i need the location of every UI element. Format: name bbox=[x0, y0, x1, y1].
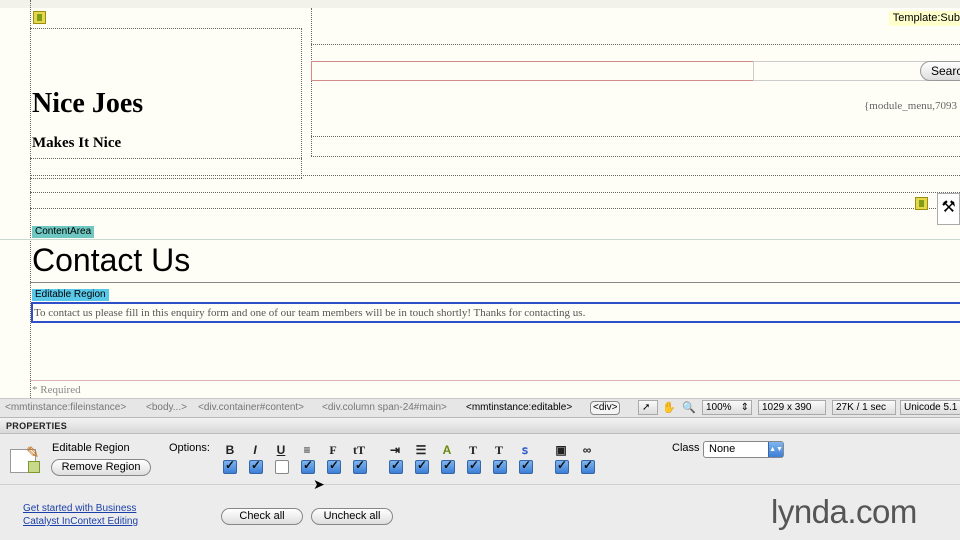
header-guide-1 bbox=[311, 44, 960, 45]
editable-region-icon: ✎ bbox=[10, 443, 40, 473]
content-area-top bbox=[0, 239, 960, 240]
mouse-cursor-icon: ➤ bbox=[313, 476, 325, 492]
encoding[interactable]: Unicode 5.1 bbox=[900, 400, 960, 415]
module-menu-tag: {module_menu,7093 bbox=[864, 100, 957, 112]
lynda-watermark: lynda.com bbox=[771, 493, 917, 530]
zoom-value: 100% bbox=[706, 402, 732, 413]
wrench-icon[interactable]: ⚒ bbox=[937, 193, 960, 225]
editable-region-label[interactable]: Editable Region bbox=[32, 289, 109, 301]
heading-underline bbox=[30, 282, 960, 283]
content-area-label[interactable]: ContentArea bbox=[32, 226, 95, 238]
header-guide-3 bbox=[311, 156, 960, 157]
font-icon: F bbox=[329, 443, 337, 457]
image-icon: ▣ bbox=[555, 443, 567, 457]
logo-subtitle: Makes It Nice bbox=[32, 135, 122, 151]
design-view[interactable]: Template:Sub Nice Joes Makes It Nice Sea… bbox=[0, 0, 960, 398]
underline-checkbox[interactable] bbox=[275, 460, 289, 474]
logo-title: Nice Joes bbox=[32, 88, 144, 119]
breadcrumb-main[interactable]: <div.column span-24#main> bbox=[322, 399, 447, 416]
indent-icon: ⇥ bbox=[389, 443, 401, 457]
search-input-extension bbox=[753, 61, 933, 81]
document-top-band bbox=[0, 0, 960, 8]
text-style-icon: T bbox=[468, 443, 477, 457]
breadcrumb-editable[interactable]: <mmtinstance:editable> bbox=[466, 399, 572, 416]
list-checkbox[interactable] bbox=[415, 458, 429, 474]
chevron-updown-icon: ⇕ bbox=[740, 402, 749, 413]
select-tool-icon[interactable]: ➚ bbox=[638, 400, 658, 415]
indent-checkbox[interactable] bbox=[389, 458, 403, 474]
bold-checkbox[interactable] bbox=[223, 458, 237, 474]
text-background-icon: T bbox=[494, 443, 503, 457]
page-heading[interactable]: Contact Us bbox=[32, 242, 190, 279]
font-checkbox[interactable] bbox=[327, 458, 341, 474]
breadcrumb-body[interactable]: <body...> bbox=[146, 399, 187, 416]
text-color-icon: A bbox=[442, 443, 452, 457]
panel-separator bbox=[0, 484, 960, 485]
bold-icon: B bbox=[225, 443, 235, 457]
breadcrumb-div[interactable]: <div> bbox=[590, 401, 621, 415]
zoom-tool-icon[interactable]: 🔍 bbox=[682, 400, 696, 417]
intro-paragraph[interactable]: To contact us please fill in this enquir… bbox=[34, 307, 585, 319]
properties-panel-header[interactable]: PROPERTIES bbox=[0, 418, 960, 434]
italic-icon: I bbox=[253, 443, 257, 457]
required-note: * Required bbox=[32, 384, 81, 396]
font-size-checkbox[interactable] bbox=[353, 458, 367, 474]
encoding-value: Unicode 5.1 bbox=[904, 402, 958, 413]
download-size-value: 27K / 1 sec bbox=[836, 402, 887, 413]
align-checkbox[interactable] bbox=[301, 458, 315, 474]
text-style-checkbox[interactable] bbox=[467, 458, 481, 474]
business-catalyst-link-line2[interactable]: Catalyst InContext Editing bbox=[23, 516, 138, 527]
form-guide-line bbox=[30, 380, 960, 381]
window-size-select[interactable]: 1029 x 390 bbox=[758, 400, 826, 415]
check-all-button[interactable]: Check all bbox=[221, 508, 303, 525]
header-column-guide bbox=[311, 8, 312, 156]
hyperlink-checkbox[interactable] bbox=[519, 458, 533, 474]
italic-checkbox[interactable] bbox=[249, 458, 263, 474]
remove-region-button[interactable]: Remove Region bbox=[51, 459, 151, 476]
class-label: Class bbox=[672, 442, 700, 454]
nav-guide-3 bbox=[30, 208, 960, 209]
uncheck-all-button[interactable]: Uncheck all bbox=[311, 508, 393, 525]
search-input[interactable] bbox=[311, 61, 754, 81]
logo-column-guide bbox=[301, 28, 302, 178]
library-item-icon-2[interactable] bbox=[915, 197, 928, 210]
nav-guide-2 bbox=[30, 192, 960, 193]
text-color-checkbox[interactable] bbox=[441, 458, 455, 474]
status-bar: <mmtinstance:fileinstance> <body...> <di… bbox=[0, 398, 960, 418]
template-tag[interactable]: Template:Sub bbox=[888, 11, 960, 26]
hand-tool-icon[interactable]: ✋ bbox=[662, 400, 676, 417]
search-button[interactable]: Searc bbox=[920, 61, 960, 81]
window-size-value: 1029 x 390 bbox=[762, 402, 812, 413]
options-label: Options: bbox=[169, 442, 210, 454]
library-item-icon[interactable] bbox=[33, 11, 46, 24]
nav-guide-1 bbox=[30, 175, 960, 176]
logo-box-bottom-2 bbox=[30, 178, 302, 179]
link-checkbox[interactable] bbox=[581, 458, 595, 474]
underline-icon: U bbox=[276, 443, 286, 457]
chevron-updown-icon: ▲▼ bbox=[768, 442, 783, 457]
logo-box-bottom bbox=[30, 158, 302, 159]
breadcrumb-fileinstance[interactable]: <mmtinstance:fileinstance> bbox=[5, 399, 126, 416]
container-guide-left bbox=[30, 0, 31, 398]
hyperlink-icon: ꜱ bbox=[521, 443, 529, 457]
text-background-checkbox[interactable] bbox=[493, 458, 507, 474]
link-icon: ∞ bbox=[582, 443, 592, 457]
font-size-icon: tT bbox=[353, 443, 365, 457]
image-checkbox[interactable] bbox=[555, 458, 569, 474]
numbered-list-icon: ☰ bbox=[415, 443, 427, 457]
region-name-label: Editable Region bbox=[52, 442, 130, 454]
zoom-select[interactable]: 100% ⇕ bbox=[702, 400, 752, 415]
logo-box-top bbox=[30, 28, 302, 29]
business-catalyst-link-line1[interactable]: Get started with Business bbox=[23, 503, 136, 514]
class-select[interactable]: None ▲▼ bbox=[703, 441, 784, 458]
header-guide-2 bbox=[311, 136, 960, 137]
class-value: None bbox=[709, 443, 736, 455]
align-center-icon: ≡ bbox=[303, 443, 311, 457]
download-size[interactable]: 27K / 1 sec bbox=[832, 400, 896, 415]
breadcrumb-container[interactable]: <div.container#content> bbox=[198, 399, 304, 416]
